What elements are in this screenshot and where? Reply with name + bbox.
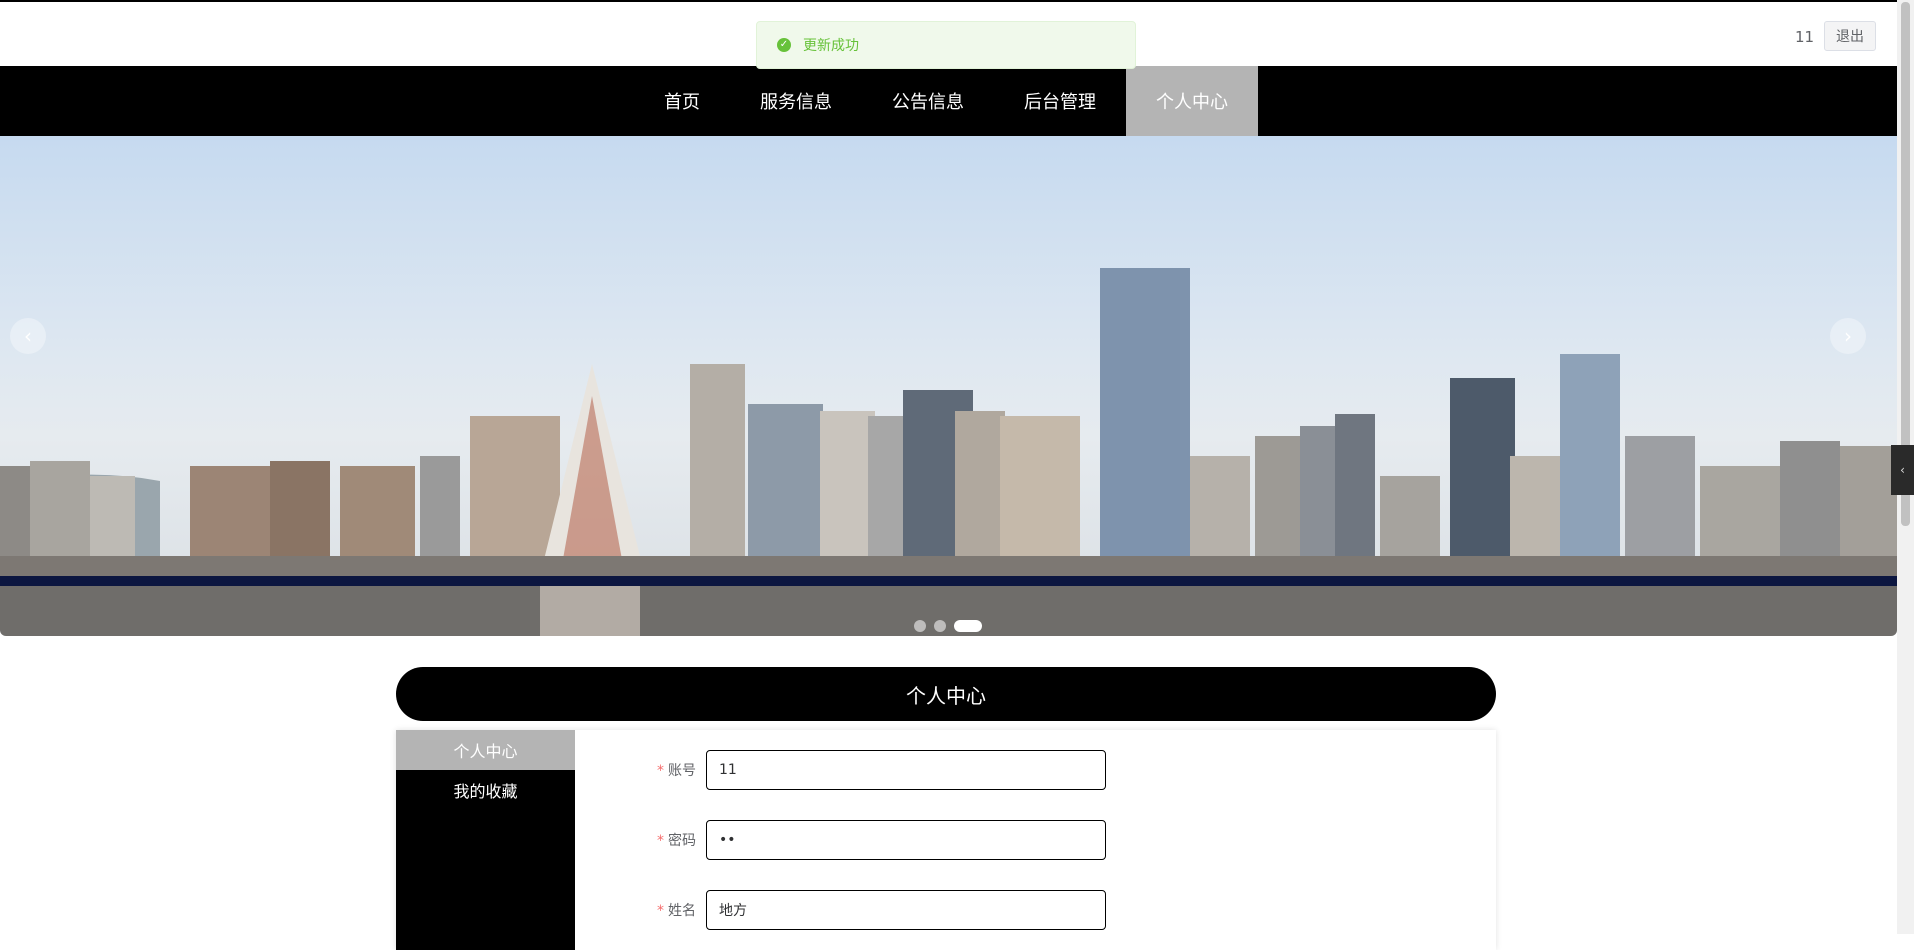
nav-item-profile[interactable]: 个人中心 bbox=[1126, 66, 1258, 136]
chevron-right-icon[interactable]: › bbox=[1830, 318, 1866, 354]
form-row-account: * 账号 bbox=[596, 750, 1106, 790]
toast-message: 更新成功 bbox=[803, 38, 859, 54]
nav-item-notices[interactable]: 公告信息 bbox=[862, 66, 994, 136]
nav-item-admin[interactable]: 后台管理 bbox=[994, 66, 1126, 136]
section-title: 个人中心 bbox=[396, 667, 1496, 721]
logout-button[interactable]: 退出 bbox=[1824, 21, 1876, 51]
profile-panel: 个人中心 我的收藏 *账号 *密码 *姓名 bbox=[396, 730, 1496, 950]
chevron-left-icon[interactable]: ‹ bbox=[10, 318, 46, 354]
password-input[interactable] bbox=[706, 820, 1106, 860]
carousel-indicators bbox=[914, 620, 982, 632]
side-menu: 个人中心 我的收藏 bbox=[396, 730, 575, 950]
account-input[interactable] bbox=[706, 750, 1106, 790]
check-circle-icon: ✓ bbox=[777, 38, 791, 52]
name-label: * 姓名 bbox=[657, 903, 696, 919]
city-skyline-image bbox=[0, 268, 1897, 636]
nav-item-home[interactable]: 首页 bbox=[634, 66, 730, 136]
carousel-dot-active[interactable] bbox=[954, 620, 982, 632]
account-label: * 账号 bbox=[657, 763, 696, 779]
main-nav: 首页 服务信息 公告信息 后台管理 个人中心 bbox=[0, 66, 1897, 136]
banner-carousel: ‹ › bbox=[0, 136, 1897, 636]
password-label: * 密码 bbox=[657, 833, 696, 849]
side-menu-item-favorites[interactable]: 我的收藏 bbox=[396, 770, 575, 810]
form-row-password: * 密码 bbox=[596, 820, 1106, 860]
nav-item-services[interactable]: 服务信息 bbox=[730, 66, 862, 136]
chevron-left-icon[interactable]: ‹ bbox=[1891, 445, 1914, 495]
side-menu-item-profile[interactable]: 个人中心 bbox=[396, 730, 575, 770]
success-toast: ✓ 更新成功 bbox=[756, 21, 1136, 69]
carousel-dot[interactable] bbox=[914, 620, 926, 632]
carousel-dot[interactable] bbox=[934, 620, 946, 632]
name-input[interactable] bbox=[706, 890, 1106, 930]
form-row-name: * 姓名 bbox=[596, 890, 1106, 930]
user-name: 11 bbox=[1795, 28, 1815, 46]
